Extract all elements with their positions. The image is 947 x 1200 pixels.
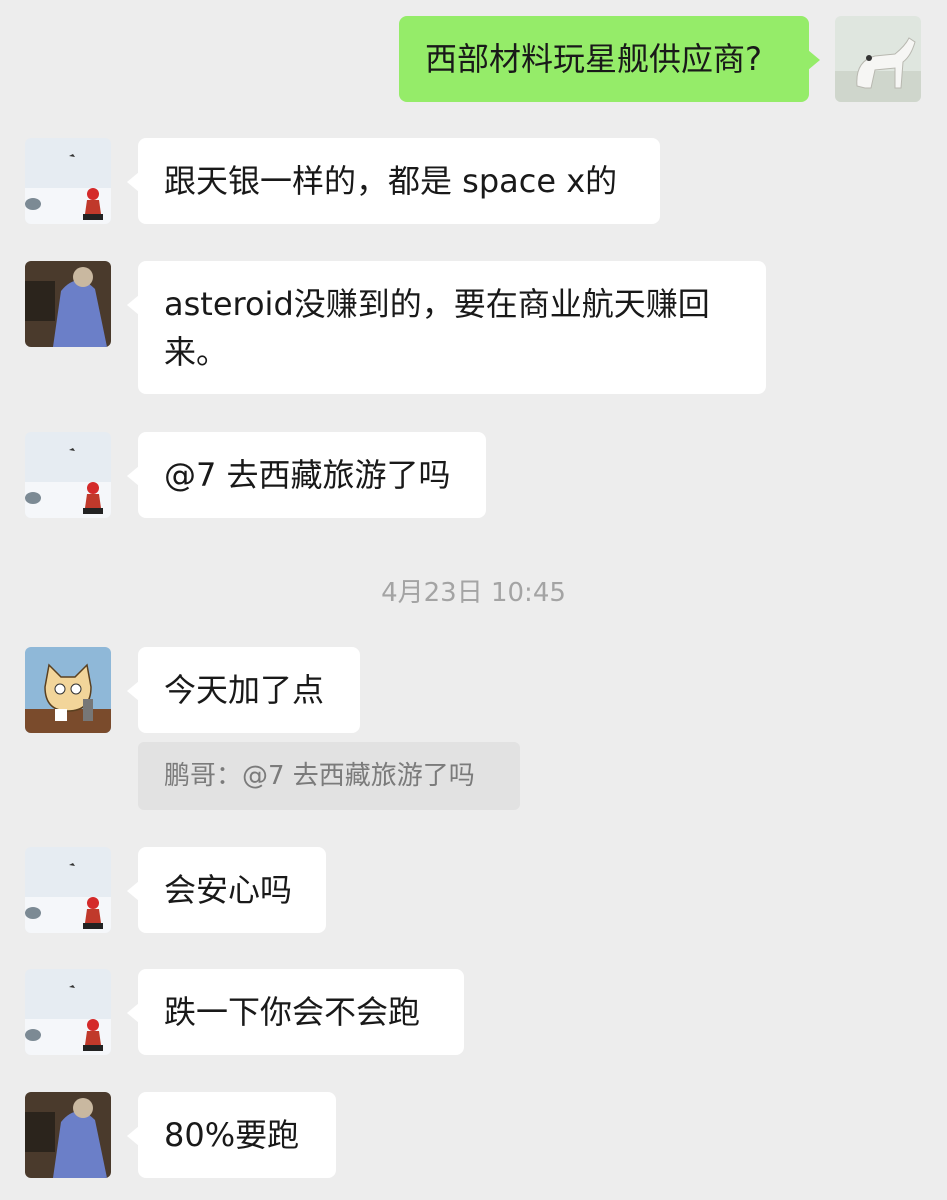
avatar[interactable] [25, 138, 111, 224]
message-bubble[interactable]: asteroid没赚到的，要在商业航天赚回来。 [127, 261, 766, 394]
avatar[interactable] [25, 1092, 111, 1178]
quoted-message-text: 鹏哥：@7 去西藏旅游了吗 [164, 761, 475, 791]
blue-sweater-avatar-icon [25, 1092, 111, 1178]
quoted-message[interactable]: 鹏哥：@7 去西藏旅游了吗 [138, 742, 520, 810]
avatar[interactable] [25, 969, 111, 1055]
snow-scene-avatar-icon [25, 138, 111, 224]
message-text: 跟天银一样的，都是 space x的 [164, 162, 618, 200]
message-text: 会安心吗 [164, 871, 293, 909]
cartoon-cat-avatar-icon [25, 647, 111, 733]
message-bubble[interactable]: 跟天银一样的，都是 space x的 [127, 138, 660, 224]
avatar[interactable] [835, 16, 921, 102]
snow-scene-avatar-icon [25, 432, 111, 518]
snow-scene-avatar-icon [25, 969, 111, 1055]
snow-scene-avatar-icon [25, 847, 111, 933]
avatar[interactable] [25, 647, 111, 733]
blue-sweater-avatar-icon [25, 261, 111, 347]
message-bubble[interactable]: 跌一下你会不会跑 [127, 969, 464, 1055]
message-text: 今天加了点 [164, 671, 325, 709]
message-bubble[interactable]: 西部材料玩星舰供应商? [399, 16, 820, 102]
message-bubble[interactable]: 今天加了点 [127, 647, 360, 733]
message-bubble[interactable]: @7 去西藏旅游了吗 [127, 432, 486, 518]
white-horse-avatar-icon [835, 16, 921, 102]
avatar[interactable] [25, 432, 111, 518]
message-bubble[interactable]: 80%要跑 [127, 1092, 336, 1178]
message-text: 跌一下你会不会跑 [164, 993, 421, 1031]
message-text: @7 去西藏旅游了吗 [164, 456, 451, 494]
avatar[interactable] [25, 261, 111, 347]
message-text: 西部材料玩星舰供应商? [425, 40, 762, 78]
message-text: asteroid没赚到的，要在商业航天赚回来。 [164, 285, 710, 371]
message-bubble[interactable]: 会安心吗 [127, 847, 326, 933]
avatar[interactable] [25, 847, 111, 933]
timestamp: 4月23日 10:45 [381, 578, 566, 608]
message-text: 80%要跑 [164, 1116, 300, 1154]
